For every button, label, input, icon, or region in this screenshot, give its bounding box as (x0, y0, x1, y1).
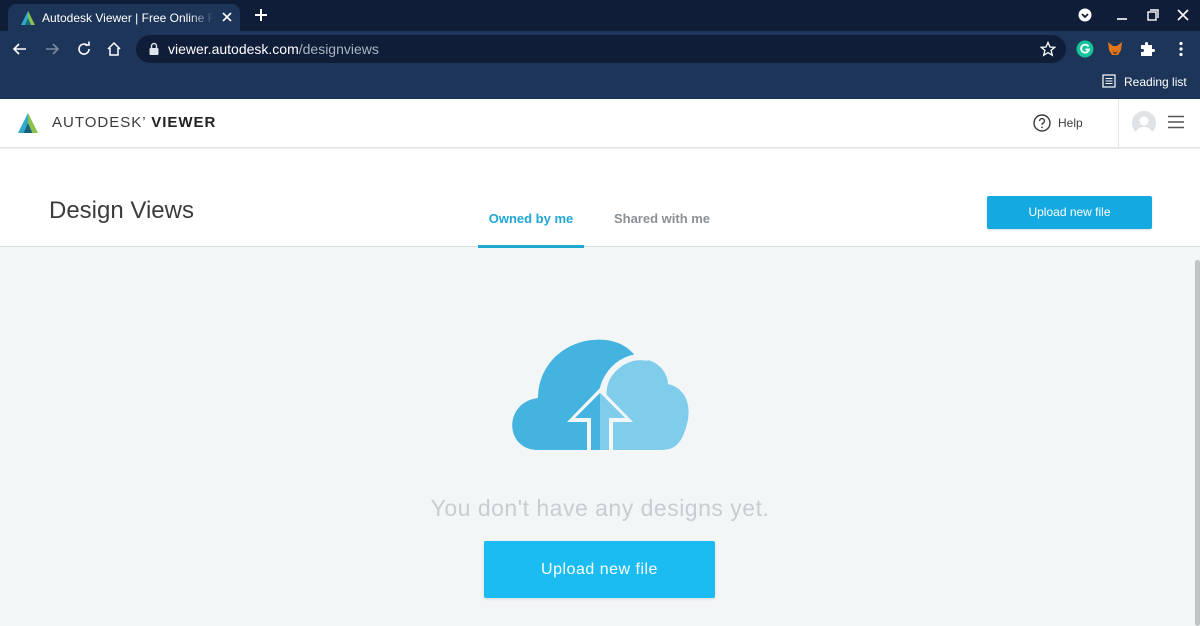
tab-shared-label: Shared with me (613, 211, 711, 226)
user-avatar-icon (1136, 116, 1152, 135)
minimize-icon[interactable] (1115, 8, 1129, 22)
header-divider (1118, 99, 1119, 148)
cloud-upload-icon (512, 339, 689, 453)
avatar[interactable] (1132, 111, 1156, 135)
brand-name[interactable]: AUTODESK’ VIEWER (52, 114, 216, 132)
tab-shared-with-me[interactable]: Shared with me (602, 205, 722, 247)
page-title: Design Views (49, 197, 194, 224)
metamask-fox-icon[interactable] (1106, 40, 1124, 58)
forward-icon[interactable] (44, 41, 60, 57)
url-host: viewer.autodesk.com (168, 41, 299, 57)
reading-list-label[interactable]: Reading list (1124, 75, 1187, 89)
brand-autodesk: AUTODESK (52, 114, 143, 131)
tab-owned-by-me[interactable]: Owned by me (478, 205, 584, 248)
reading-list-icon[interactable] (1102, 74, 1116, 88)
vertical-scrollbar[interactable] (1195, 260, 1200, 626)
brand-viewer: VIEWER (151, 114, 217, 131)
browser-tabstrip: Autodesk Viewer | Free Online File Viewe… (0, 0, 1200, 31)
reload-icon[interactable] (76, 41, 92, 57)
browser-toolbar: viewer.autodesk.com/designviews (0, 31, 1200, 67)
upload-new-file-button[interactable]: Upload new file (484, 541, 715, 598)
designs-content-area: You don't have any designs yet. Upload n… (0, 248, 1200, 626)
puzzle-extensions-icon[interactable] (1138, 40, 1156, 58)
bookmark-star-icon[interactable] (1040, 41, 1056, 57)
page-title-bar: Design Views Owned by me Shared with me … (0, 149, 1200, 248)
tab-search-icon[interactable] (1078, 8, 1092, 22)
autodesk-favicon-icon (21, 11, 35, 25)
bookmarks-bar: Reading list (0, 67, 1200, 99)
browser-tab[interactable]: Autodesk Viewer | Free Online File Viewe… (8, 4, 240, 31)
url-path: /designviews (298, 41, 379, 57)
empty-state-message: You don't have any designs yet. (430, 495, 770, 521)
more-menu-icon[interactable] (1172, 40, 1190, 58)
address-bar[interactable]: viewer.autodesk.com/designviews (136, 35, 1066, 63)
close-tab-icon[interactable] (220, 10, 234, 24)
back-icon[interactable] (12, 41, 28, 57)
new-tab-icon[interactable] (254, 8, 268, 22)
help-icon[interactable] (1033, 114, 1051, 132)
hamburger-menu-icon[interactable] (1168, 115, 1184, 129)
help-label[interactable]: Help (1058, 116, 1083, 130)
restore-icon[interactable] (1146, 8, 1160, 22)
grammarly-icon[interactable] (1076, 40, 1094, 58)
close-window-icon[interactable] (1176, 8, 1190, 22)
tab-owned-label: Owned by me (488, 211, 574, 226)
home-icon[interactable] (106, 41, 122, 57)
lock-icon[interactable] (148, 42, 160, 56)
autodesk-logo-icon[interactable] (17, 112, 39, 134)
url-text[interactable]: viewer.autodesk.com/designviews (168, 41, 379, 57)
app-header: AUTODESK’ VIEWER Help (0, 99, 1200, 148)
upload-new-file-button-header[interactable]: Upload new file (987, 196, 1152, 229)
tab-title: Autodesk Viewer | Free Online File Viewe… (42, 11, 214, 25)
